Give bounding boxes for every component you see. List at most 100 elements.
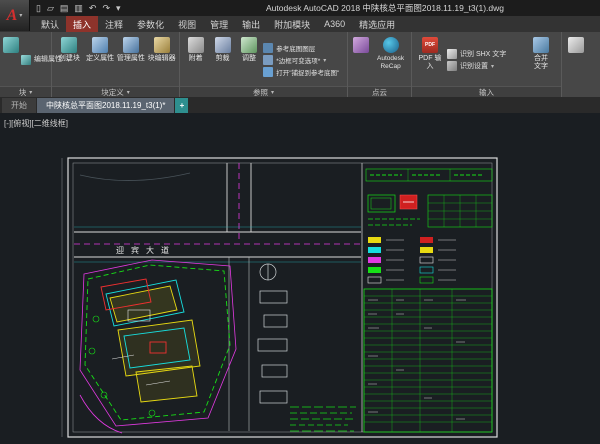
ribbon-tab-insert[interactable]: 插入 [66,16,98,32]
frames-dropdown[interactable]: *边框可变选项* ▾ [263,55,344,65]
plot-icon[interactable]: ▥ [74,4,83,13]
block-editor-button[interactable]: 块编辑器 [147,34,176,86]
create-block-icon [61,37,77,53]
clipped-panel-icon [568,37,584,53]
file-tab-document[interactable]: 中陕核总平面图2018.11.19_t3(1)* [37,98,174,113]
new-file-icon[interactable]: ▯ [36,4,41,13]
panel-reference: 附着 剪裁 调整 参考底图图层 *边框可变 [180,32,348,97]
autocad-logo: A [7,7,18,25]
panel-reference-title: 参照 [253,87,268,98]
drawing-canvas[interactable]: [-][俯视][二维线框] [0,113,600,444]
clip-button[interactable]: 剪裁 [210,34,234,86]
snap-to-underlay-label: 打开"捕捉到参考底图" [276,67,339,77]
contour-line[interactable] [80,173,190,181]
manage-attributes-button[interactable]: 管理属性 [117,34,146,86]
notes-text-block[interactable] [290,407,356,431]
autodesk-recap-button[interactable]: Autodesk ReCap [373,34,408,86]
boundary-curve[interactable] [80,395,122,433]
create-block-button[interactable]: 创建块 [55,34,84,86]
ribbon-tab-output[interactable]: 输出 [235,16,267,32]
underlay-layers-button[interactable]: 参考底图图层 [263,43,344,53]
edit-attribute-icon [21,55,31,65]
panel-block-definition: 创建块 定义属性 管理属性 块编辑器 块定义 ▾ [52,32,180,97]
ribbon-tab-featured-apps[interactable]: 精选应用 [352,16,402,32]
panel-import: PDF PDF 输入 识别 SHX 文字 识别设置 ▾ [412,32,562,97]
combine-text-button[interactable]: 合并文字 [529,34,553,86]
save-icon[interactable]: ▤ [60,4,69,13]
ribbon-tab-a360[interactable]: A360 [317,16,352,32]
undo-icon[interactable]: ↶ [89,4,97,13]
combine-text-label: 合并文字 [533,55,549,72]
new-drawing-tab-button[interactable]: + [175,98,188,113]
adjust-button[interactable]: 调整 [237,34,261,86]
attach-button[interactable]: 附着 [183,34,208,86]
chevron-down-icon: ▾ [323,57,326,64]
ribbon-overflow-area [562,32,600,97]
clip-label: 剪裁 [216,55,230,63]
combine-text-icon [533,37,549,53]
ribbon-tab-view[interactable]: 视图 [171,16,203,32]
manage-attributes-label: 管理属性 [117,55,145,63]
ribbon-tab-parametric[interactable]: 参数化 [130,16,171,32]
frames-icon [263,55,273,65]
chevron-down-icon: ▾ [491,63,494,70]
ribbon: 编辑属性 ▾ 块 ▾ 创建块 定义属性 [0,32,600,97]
insert-block-button[interactable] [3,34,19,86]
create-block-label: 创建块 [59,55,80,63]
recap-icon [383,37,399,53]
panel-expand-icon: ▾ [127,89,130,96]
clip-icon [215,37,231,53]
viewport-controls[interactable]: [-][俯视][二维线框] [4,118,68,129]
file-tab-start[interactable]: 开始 [2,98,36,113]
manage-attributes-icon [123,37,139,53]
panel-block-title: 块 [19,87,27,98]
block-editor-icon [154,37,170,53]
road-label: 迎宾大道 [116,245,176,255]
panel-label-import[interactable]: 输入 [412,86,561,97]
adjust-label: 调整 [242,55,256,63]
snap-to-underlay-button[interactable]: 打开"捕捉到参考底图" [263,67,344,77]
recognition-settings-button[interactable]: 识别设置 ▾ [447,61,527,71]
panel-label-reference[interactable]: 参照 ▾ [180,86,347,97]
point-cloud-attach-button[interactable] [351,34,371,86]
panel-label-point-cloud[interactable]: 点云 [348,86,411,97]
adjust-icon [241,37,257,53]
ribbon-tab-default[interactable]: 默认 [34,16,66,32]
panel-block-definition-title: 块定义 [101,87,124,98]
application-menu-button[interactable]: A ▾ [0,0,30,31]
panel-point-cloud-title: 点云 [372,87,387,98]
panel-expand-icon: ▾ [271,89,274,96]
drawing-svg[interactable]: 迎宾大道 [0,113,600,444]
define-attributes-button[interactable]: 定义属性 [86,34,115,86]
qat-menu-icon[interactable]: ▾ [116,4,121,13]
schedule-table[interactable] [364,289,492,432]
attach-icon [188,37,204,53]
building-cluster[interactable] [89,279,200,416]
pdf-import-label: PDF 输入 [418,55,442,72]
attach-label: 附着 [189,55,203,63]
chevron-down-icon: ▾ [19,12,22,19]
ribbon-tab-manage[interactable]: 管理 [203,16,235,32]
recap-label: Autodesk ReCap [373,55,408,71]
autocad-window: A ▾ ▯ ▱ ▤ ▥ ↶ ↷ ▾ Autodesk AutoCAD 2018 … [0,0,600,444]
frames-label: *边框可变选项* [276,55,320,65]
redo-icon[interactable]: ↷ [102,4,110,13]
existing-buildings[interactable] [258,264,287,403]
panel-block: 编辑属性 ▾ 块 ▾ [0,32,52,97]
quick-access-toolbar: ▯ ▱ ▤ ▥ ↶ ↷ ▾ [36,4,121,13]
legend[interactable] [368,237,456,283]
ribbon-tab-bar: 默认 插入 注释 参数化 视图 管理 输出 附加模块 A360 精选应用 [0,16,600,32]
recognize-shx-icon [447,49,457,59]
panel-label-block[interactable]: 块 ▾ [0,86,51,97]
file-tab-bar: 开始 中陕核总平面图2018.11.19_t3(1)* + [0,97,600,113]
snap-to-underlay-icon [263,67,273,77]
open-file-icon[interactable]: ▱ [47,4,54,13]
ribbon-tab-annotate[interactable]: 注释 [98,16,130,32]
panel-label-block-definition[interactable]: 块定义 ▾ [52,86,179,97]
panel-expand-icon: ▾ [29,89,32,96]
recognize-shx-text-button[interactable]: 识别 SHX 文字 [447,49,527,59]
title-block[interactable] [366,169,492,227]
panel-import-title: 输入 [479,87,494,98]
ribbon-tab-addins[interactable]: 附加模块 [267,16,317,32]
pdf-import-button[interactable]: PDF PDF 输入 [415,34,445,86]
